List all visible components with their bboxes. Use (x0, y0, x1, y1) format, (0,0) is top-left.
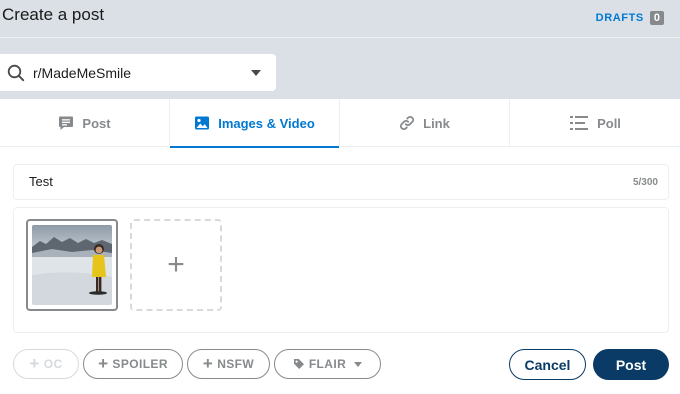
add-media-button[interactable]: + (130, 219, 222, 311)
oc-label: OC (43, 357, 63, 371)
tag-icon (293, 359, 304, 369)
poll-icon (570, 116, 589, 130)
image-icon (195, 116, 210, 130)
top-bar: Create a post DRAFTS 0 (0, 0, 680, 38)
tab-post[interactable]: Post (0, 99, 170, 147)
snow-photo-image (32, 225, 112, 305)
uploaded-image-thumbnail[interactable] (26, 219, 118, 311)
plus-icon: + (167, 248, 185, 281)
post-button[interactable]: Post (593, 349, 669, 380)
drafts-count-badge: 0 (649, 11, 664, 25)
nsfw-tag-button[interactable]: + NSFW (187, 349, 270, 379)
chevron-down-icon (251, 70, 261, 76)
tab-label: Link (423, 115, 450, 131)
nsfw-label: NSFW (217, 357, 255, 371)
flair-label: FLAIR (308, 357, 347, 371)
drafts-label: DRAFTS (595, 12, 644, 24)
tab-label: Images & Video (218, 115, 315, 131)
tab-label: Post (82, 115, 111, 131)
plus-icon: + (202, 354, 214, 373)
post-icon (59, 116, 74, 130)
page-title: Create a post (2, 5, 105, 24)
community-selector[interactable]: r/MadeMeSmile (0, 54, 276, 91)
tab-images-video[interactable]: Images & Video (170, 99, 340, 148)
title-input-value: Test (29, 174, 53, 189)
chevron-down-icon (354, 361, 363, 367)
flair-button[interactable]: FLAIR (274, 349, 381, 379)
character-counter: 5/300 (632, 177, 658, 188)
oc-tag-button[interactable]: + OC (13, 349, 79, 379)
link-icon (400, 116, 415, 130)
cancel-button[interactable]: Cancel (509, 349, 586, 380)
title-input[interactable]: Test 5/300 (13, 164, 669, 200)
post-type-tabs: Post Images & Video Link Poll (0, 99, 680, 148)
uploaded-image-preview (32, 225, 112, 305)
drafts-button[interactable]: DRAFTS 0 (596, 11, 664, 25)
plus-icon: + (98, 354, 109, 373)
search-icon (7, 64, 25, 82)
tab-label: Poll (597, 115, 621, 131)
media-upload-area[interactable]: + (13, 207, 669, 333)
plus-icon: + (29, 354, 40, 373)
spoiler-tag-button[interactable]: + SPOILER (83, 349, 183, 379)
tab-poll[interactable]: Poll (510, 99, 680, 147)
spoiler-label: SPOILER (112, 357, 168, 371)
post-form: Post Images & Video Link Poll Test 5/300… (0, 99, 680, 394)
community-name: r/MadeMeSmile (33, 65, 132, 81)
tab-link[interactable]: Link (340, 99, 510, 147)
